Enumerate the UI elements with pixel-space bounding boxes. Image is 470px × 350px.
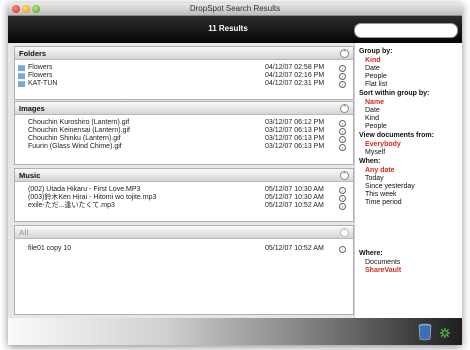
result-row[interactable]: exile-ただ...逢いたくて.mp3 05/12/07 10:52 AM i [15, 202, 353, 210]
result-date: 04/12/07 02:16 PM [265, 72, 325, 79]
when-this-week[interactable]: This week [365, 191, 397, 198]
where-sharevault[interactable]: ShareVault [365, 267, 401, 274]
group-by-date[interactable]: Date [365, 65, 380, 72]
filter-sidebar: Group by: Kind Date People Flat list Sor… [354, 43, 462, 318]
folder-icon [18, 81, 25, 87]
info-icon[interactable]: i [339, 203, 346, 210]
result-row[interactable]: (003)鈴木Ken Hirai - Hitomi wo tojite.mp3 … [15, 194, 353, 202]
results-pane: Folders ^ Flowers 04/12/07 02:58 PM i Fl… [8, 43, 354, 318]
music-section: Music ^ (002) Utada Hikaru - First Love.… [14, 168, 354, 222]
result-date: 03/12/07 06:13 PM [265, 135, 325, 142]
result-date: 04/12/07 02:58 PM [265, 64, 325, 71]
info-icon[interactable]: i [339, 144, 346, 151]
result-name: exile-ただ...逢いたくて.mp3 [28, 202, 115, 209]
dropspot-window: DropSpot Search Results 11 Results Folde… [8, 3, 462, 345]
info-icon[interactable]: i [339, 73, 346, 80]
spinner-icon [440, 328, 450, 338]
result-name: Fuurin (Glass Wind Chime).gif [28, 143, 122, 150]
result-date: 05/12/07 10:52 AM [265, 202, 324, 209]
sort-by-people[interactable]: People [365, 123, 387, 130]
result-row[interactable]: (002) Utada Hikaru - First Love.MP3 05/1… [15, 186, 353, 194]
search-field[interactable] [354, 23, 458, 38]
sort-within-heading: Sort within group by: [359, 90, 430, 97]
title-bar: DropSpot Search Results [8, 3, 462, 16]
when-time-period[interactable]: Time period [365, 199, 402, 206]
result-name: Flowers [28, 72, 53, 79]
sort-by-kind[interactable]: Kind [365, 115, 379, 122]
when-today[interactable]: Today [365, 175, 384, 182]
result-row[interactable]: Chouchin Shinku (Lantern).gif 03/12/07 0… [15, 135, 353, 143]
sort-by-name[interactable]: Name [365, 99, 384, 106]
result-name: Flowers [28, 64, 53, 71]
search-input[interactable] [361, 26, 451, 33]
toolbar: 11 Results [8, 16, 462, 43]
bottom-bar [8, 318, 462, 345]
folder-icon [18, 65, 25, 71]
result-name: Chouchin Kuroshiro (Lantern).gif [28, 119, 130, 126]
view-from-heading: View documents from: [359, 132, 434, 139]
result-date: 05/12/07 10:30 AM [265, 194, 324, 201]
result-name: file01 copy 10 [28, 245, 72, 252]
result-row[interactable]: Chouchin Keinensai (Lantern).gif 03/12/0… [15, 127, 353, 135]
result-name: (003)鈴木Ken Hirai - Hitomi wo tojite.mp3 [28, 194, 157, 201]
info-icon[interactable]: i [339, 246, 346, 253]
view-everybody[interactable]: Everybody [365, 141, 401, 148]
section-title: Music [19, 171, 41, 180]
window-title: DropSpot Search Results [189, 4, 281, 13]
folders-section: Folders ^ Flowers 04/12/07 02:58 PM i Fl… [14, 46, 354, 100]
result-date: 03/12/07 06:13 PM [265, 127, 325, 134]
result-date: 03/12/07 06:12 PM [265, 119, 325, 126]
where-documents[interactable]: Documents [365, 259, 400, 266]
result-name: KAT-TUN [28, 80, 58, 87]
collapse-icon[interactable]: ^ [340, 49, 349, 58]
images-section: Images ^ Chouchin Kuroshiro (Lantern).gi… [14, 101, 354, 165]
all-header[interactable]: All ^ [15, 226, 353, 239]
result-row[interactable]: Flowers 04/12/07 02:16 PM i [15, 72, 353, 80]
music-header[interactable]: Music ^ [15, 169, 353, 182]
where-heading: Where: [359, 250, 383, 257]
when-any-date[interactable]: Any date [365, 167, 395, 174]
info-icon[interactable]: i [339, 65, 346, 72]
collapse-icon[interactable]: ^ [340, 171, 349, 180]
view-myself[interactable]: Myself [365, 149, 385, 156]
when-since-yesterday[interactable]: Since yesterday [365, 183, 415, 190]
result-name: (002) Utada Hikaru - First Love.MP3 [28, 186, 141, 193]
group-by-people[interactable]: People [365, 73, 387, 80]
all-section: All ^ file01 copy 10 05/12/07 10:52 AM i [14, 225, 354, 315]
result-name: Chouchin Keinensai (Lantern).gif [28, 127, 130, 134]
images-header[interactable]: Images ^ [15, 102, 353, 115]
result-row[interactable]: Flowers 04/12/07 02:58 PM i [15, 64, 353, 72]
group-by-kind[interactable]: Kind [365, 57, 381, 64]
collapse-icon[interactable]: ^ [340, 228, 349, 237]
result-name: Chouchin Shinku (Lantern).gif [28, 135, 121, 142]
trash-icon[interactable] [418, 323, 432, 341]
info-icon[interactable]: i [339, 195, 346, 202]
folders-header[interactable]: Folders ^ [15, 47, 353, 60]
folder-icon [18, 73, 25, 79]
info-icon[interactable]: i [339, 187, 346, 194]
result-row[interactable]: Fuurin (Glass Wind Chime).gif 03/12/07 0… [15, 143, 353, 151]
collapse-icon[interactable]: ^ [340, 104, 349, 113]
results-count: 11 Results [208, 24, 248, 33]
when-heading: When: [359, 158, 381, 165]
group-by-heading: Group by: [359, 48, 393, 55]
section-title: All [19, 228, 29, 237]
info-icon[interactable]: i [339, 81, 346, 88]
result-row[interactable]: KAT-TUN 04/12/07 02:31 PM i [15, 80, 353, 88]
result-date: 04/12/07 02:31 PM [265, 80, 325, 87]
info-icon[interactable]: i [339, 128, 346, 135]
section-title: Images [19, 104, 45, 113]
group-by-flat-list[interactable]: Flat list [365, 81, 387, 88]
info-icon[interactable]: i [339, 120, 346, 127]
sort-by-date[interactable]: Date [365, 107, 380, 114]
info-icon[interactable]: i [339, 136, 346, 143]
result-date: 05/12/07 10:52 AM [265, 245, 324, 252]
result-date: 03/12/07 06:13 PM [265, 143, 325, 150]
section-title: Folders [19, 49, 47, 58]
result-date: 05/12/07 10:30 AM [265, 186, 324, 193]
result-row[interactable]: file01 copy 10 05/12/07 10:52 AM i [15, 245, 353, 253]
result-row[interactable]: Chouchin Kuroshiro (Lantern).gif 03/12/0… [15, 119, 353, 127]
